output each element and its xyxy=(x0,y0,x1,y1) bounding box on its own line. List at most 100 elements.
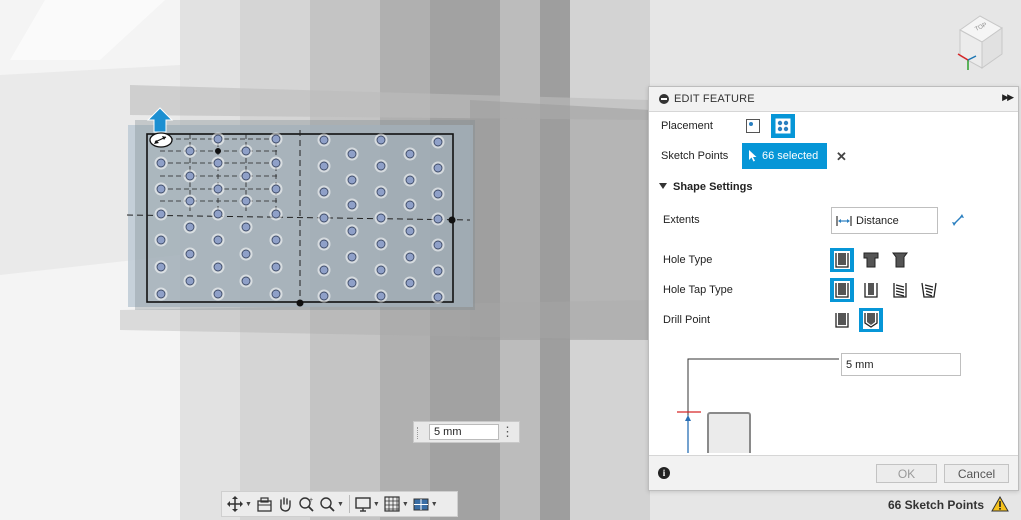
viewcube[interactable]: TOP xyxy=(944,10,1016,72)
sketch-point[interactable] xyxy=(376,187,386,197)
sketch-point[interactable] xyxy=(319,213,329,223)
sketch-point[interactable] xyxy=(185,196,195,206)
sketch-point[interactable] xyxy=(241,249,251,259)
sketch-point[interactable] xyxy=(271,158,281,168)
single-hole-placement-button[interactable] xyxy=(743,116,763,136)
clear-selection-icon[interactable]: ✕ xyxy=(836,149,847,165)
ok-button[interactable]: OK xyxy=(876,464,937,483)
sketch-point[interactable] xyxy=(433,266,443,276)
sketch-point[interactable] xyxy=(156,262,166,272)
sketch-point[interactable] xyxy=(271,289,281,299)
sketch-point[interactable] xyxy=(241,222,251,232)
sketch-point[interactable] xyxy=(185,276,195,286)
sketch-point[interactable] xyxy=(376,161,386,171)
sketch-point[interactable] xyxy=(376,291,386,301)
sketch-point[interactable] xyxy=(433,240,443,250)
sketch-point[interactable] xyxy=(319,187,329,197)
look-at-button[interactable] xyxy=(255,493,273,515)
sketch-point[interactable] xyxy=(271,262,281,272)
simple-hole-button[interactable] xyxy=(830,248,854,272)
sketch-point[interactable] xyxy=(433,189,443,199)
grid-settings-button[interactable]: ▼ xyxy=(383,493,409,515)
sketch-point[interactable] xyxy=(271,209,281,219)
sketch-point[interactable] xyxy=(319,135,329,145)
sketch-point[interactable] xyxy=(185,146,195,156)
sketch-point[interactable] xyxy=(376,265,386,275)
sketch-point[interactable] xyxy=(213,209,223,219)
sketch-point[interactable] xyxy=(185,222,195,232)
sketch-point[interactable] xyxy=(405,200,415,210)
extents-dropdown[interactable]: Distance xyxy=(831,207,938,234)
dimension-input-box[interactable]: ⋮ xyxy=(413,421,520,443)
sketch-point[interactable] xyxy=(347,278,357,288)
sketch-point[interactable] xyxy=(319,291,329,301)
sketch-point[interactable] xyxy=(433,292,443,302)
viewports-button[interactable]: ▼ xyxy=(412,493,438,515)
sketch-point[interactable] xyxy=(433,214,443,224)
sketch-point[interactable] xyxy=(347,226,357,236)
sketch-point[interactable] xyxy=(213,134,223,144)
expand-panel-icon[interactable]: ▶▶ xyxy=(1002,92,1014,103)
sketch-point[interactable] xyxy=(156,158,166,168)
sketch-point[interactable] xyxy=(347,200,357,210)
sketch-point[interactable] xyxy=(156,235,166,245)
sketch-point[interactable] xyxy=(271,134,281,144)
sketch-point[interactable] xyxy=(347,149,357,159)
sketch-point[interactable] xyxy=(185,171,195,181)
sketch-point[interactable] xyxy=(433,163,443,173)
info-icon[interactable]: i xyxy=(658,467,670,479)
tapped-button[interactable] xyxy=(888,278,912,302)
sketch-point[interactable] xyxy=(156,184,166,194)
sketch-point[interactable] xyxy=(319,161,329,171)
sketch-point[interactable] xyxy=(319,265,329,275)
sketch-point[interactable] xyxy=(241,146,251,156)
sketch-point[interactable] xyxy=(241,171,251,181)
sketch-point[interactable] xyxy=(156,209,166,219)
sketch-point[interactable] xyxy=(271,184,281,194)
sketch-point[interactable] xyxy=(347,175,357,185)
sketch-point[interactable] xyxy=(213,184,223,194)
sketch-point[interactable] xyxy=(405,149,415,159)
sketch-point[interactable] xyxy=(405,252,415,262)
sketch-point[interactable] xyxy=(376,213,386,223)
zoom-button[interactable]: + xyxy=(297,493,315,515)
depth-dimension-input[interactable] xyxy=(429,424,499,440)
sketch-point[interactable] xyxy=(213,235,223,245)
sketch-point[interactable] xyxy=(241,196,251,206)
flip-direction-icon[interactable] xyxy=(951,213,965,227)
sketch-point[interactable] xyxy=(185,249,195,259)
sketch-point[interactable] xyxy=(347,252,357,262)
sketch-point[interactable] xyxy=(405,278,415,288)
from-sketch-placement-button[interactable] xyxy=(771,114,795,138)
sketch-point[interactable] xyxy=(241,276,251,286)
cancel-button[interactable]: Cancel xyxy=(944,464,1009,483)
sketch-points-selection[interactable]: 66 selected xyxy=(742,143,827,169)
angle-drill-point-button[interactable] xyxy=(859,308,883,332)
collapse-icon[interactable] xyxy=(659,94,669,104)
drag-grip[interactable] xyxy=(417,427,420,439)
sketch-point[interactable] xyxy=(376,135,386,145)
sketch-point[interactable] xyxy=(213,262,223,272)
depth-input[interactable] xyxy=(841,353,961,376)
sketch-point[interactable] xyxy=(405,226,415,236)
countersink-button[interactable] xyxy=(888,248,912,272)
fit-button[interactable]: ▼ xyxy=(318,493,344,515)
sketch-point[interactable] xyxy=(271,235,281,245)
taper-tapped-button[interactable] xyxy=(917,278,941,302)
display-settings-button[interactable]: ▼ xyxy=(354,493,380,515)
simple-tap-button[interactable] xyxy=(830,278,854,302)
orbit-button[interactable]: ▼ xyxy=(226,493,252,515)
shape-settings-section[interactable]: Shape Settings xyxy=(659,181,752,193)
sketch-point[interactable] xyxy=(433,137,443,147)
more-options-icon[interactable]: ⋮ xyxy=(501,425,514,439)
sketch-point[interactable] xyxy=(156,289,166,299)
sketch-point[interactable] xyxy=(376,239,386,249)
panel-header[interactable]: EDIT FEATURE ▶▶ xyxy=(649,87,1018,112)
flat-drill-point-button[interactable] xyxy=(830,308,854,332)
sketch-point[interactable] xyxy=(213,158,223,168)
sketch-point[interactable] xyxy=(405,175,415,185)
sketch-point[interactable] xyxy=(213,289,223,299)
clearance-button[interactable] xyxy=(859,278,883,302)
counterbore-button[interactable] xyxy=(859,248,883,272)
warning-icon[interactable] xyxy=(991,496,1009,512)
